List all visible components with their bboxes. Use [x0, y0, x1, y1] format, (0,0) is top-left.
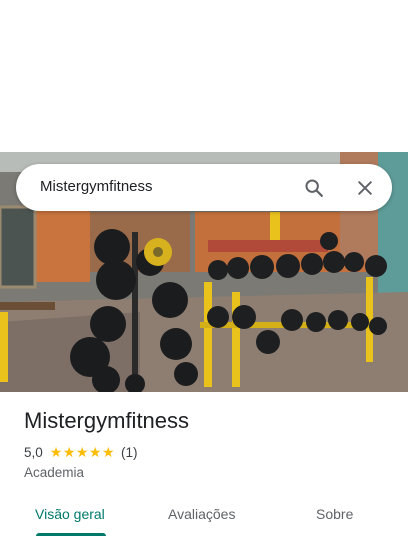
active-tab-indicator: [36, 533, 106, 536]
search-button[interactable]: [301, 175, 327, 201]
rating-stars: ★★★★★: [49, 444, 116, 460]
tab-overview[interactable]: Visão geral: [35, 506, 105, 522]
search-icon: [305, 179, 323, 197]
rating-row[interactable]: 5,0 ★★★★★ (1): [24, 444, 138, 461]
place-tabs: Visão geral Avaliações Sobre: [0, 496, 408, 544]
clear-search-button[interactable]: [352, 175, 378, 201]
rating-value: 5,0: [24, 445, 43, 460]
close-icon: [358, 181, 372, 195]
tab-reviews[interactable]: Avaliações: [168, 506, 235, 522]
place-category[interactable]: Academia: [24, 465, 84, 480]
tab-about[interactable]: Sobre: [316, 506, 353, 522]
reviews-count[interactable]: (1): [121, 445, 138, 460]
search-bar[interactable]: Mistergymfitness: [16, 164, 392, 211]
search-input[interactable]: Mistergymfitness: [40, 178, 153, 195]
place-title: Mistergymfitness: [24, 408, 190, 433]
